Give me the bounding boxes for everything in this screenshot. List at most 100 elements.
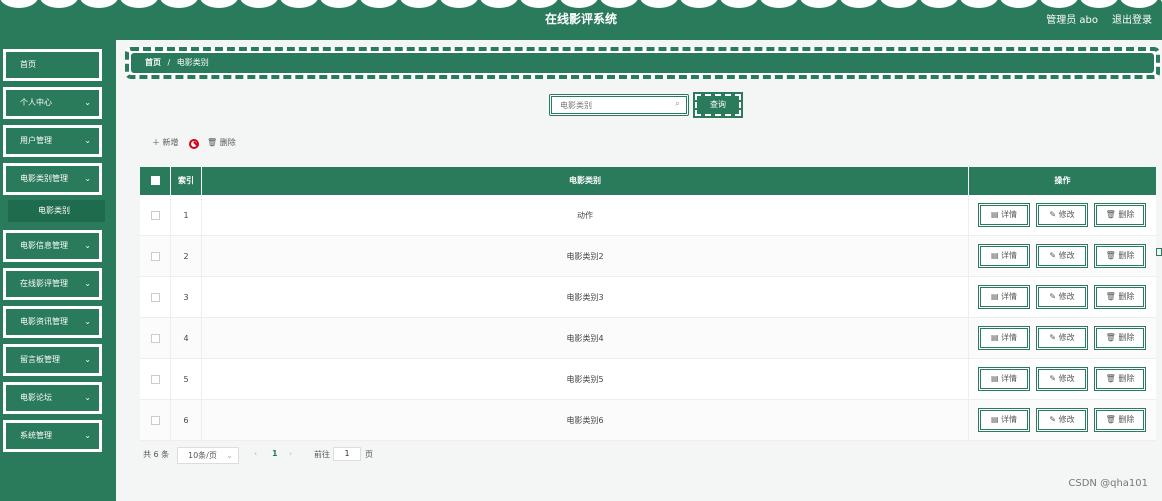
sidebar-item-label: 用户管理	[20, 136, 52, 145]
prev-page-icon[interactable]: ‹	[254, 449, 257, 458]
edit-button[interactable]: ✎ 修改	[1036, 367, 1088, 391]
header-category: 电影类别	[202, 167, 969, 195]
sidebar-item-home[interactable]: 首页	[3, 49, 102, 81]
table-row: 6 电影类别6 ▤ 详情 ✎ 修改 🗑 删除	[140, 400, 1156, 441]
detail-button[interactable]: ▤ 详情	[978, 326, 1030, 350]
sidebar-item-personal[interactable]: 个人中心 ⌄	[3, 87, 102, 119]
detail-button[interactable]: ▤ 详情	[978, 244, 1030, 268]
delete-button[interactable]: 🗑 删除	[1094, 408, 1146, 432]
search-box: ⌕	[549, 94, 689, 116]
detail-label: 详情	[1001, 333, 1018, 342]
sidebar-item-label: 系统管理	[20, 431, 52, 440]
table-row: 2 电影类别2 ▤ 详情 ✎ 修改 🗑 删除	[140, 236, 1156, 277]
edit-label: 修改	[1058, 251, 1075, 260]
sidebar-item-forum[interactable]: 电影论坛 ⌄	[3, 382, 102, 414]
data-table: 索引 电影类别 操作 1 动作 ▤ 详情 ✎ 修改 🗑 删除 2 电影类别2 ▤ 详情 ✎ 修改…	[140, 167, 1156, 441]
detail-label: 详情	[1001, 251, 1018, 260]
edit-button[interactable]: ✎ 修改	[1036, 285, 1088, 309]
row-checkbox[interactable]	[150, 334, 160, 343]
scallop-shape	[640, 0, 678, 8]
sidebar-subitem-category[interactable]: 电影类别	[8, 200, 105, 222]
trash-icon: 🗑	[1105, 374, 1116, 383]
batch-delete-button[interactable]: 🗑 删除	[207, 137, 236, 148]
sidebar-item-news[interactable]: 电影资讯管理 ⌄	[3, 306, 102, 338]
row-category: 电影类别6	[202, 400, 969, 441]
delete-button[interactable]: 🗑 删除	[1094, 244, 1146, 268]
scallop-shape	[80, 0, 118, 8]
row-checkbox[interactable]	[150, 211, 160, 220]
sidebar-item-label: 个人中心	[20, 98, 52, 107]
delete-button[interactable]: 🗑 删除	[1094, 285, 1146, 309]
row-checkbox[interactable]	[150, 293, 160, 302]
detail-button[interactable]: ▤ 详情	[978, 367, 1030, 391]
row-select-cell	[140, 359, 171, 400]
search-button[interactable]: 查询	[693, 92, 743, 118]
sidebar-item-movie-info[interactable]: 电影信息管理 ⌄	[3, 230, 102, 262]
edit-button[interactable]: ✎ 修改	[1036, 326, 1088, 350]
breadcrumb-separator: /	[167, 58, 171, 67]
search-input[interactable]	[560, 98, 670, 112]
scallop-shape	[800, 0, 838, 8]
sidebar-item-system[interactable]: 系统管理 ⌄	[3, 420, 102, 452]
document-icon: ▤	[990, 251, 999, 260]
document-icon: ▤	[990, 210, 999, 219]
sidebar: 首页 个人中心 ⌄ 用户管理 ⌄ 电影类别管理 ⌄ 电影类别 电影信息管理 ⌄ 在线影评…	[0, 40, 116, 501]
goto-page-input[interactable]: 1	[333, 447, 361, 461]
table-row: 1 动作 ▤ 详情 ✎ 修改 🗑 删除	[140, 195, 1156, 236]
sidebar-item-label: 电影论坛	[20, 393, 52, 402]
select-all-checkbox[interactable]	[150, 176, 160, 185]
sidebar-item-category-mgmt[interactable]: 电影类别管理 ⌄	[3, 163, 102, 195]
chevron-down-icon: ⌄	[84, 317, 91, 326]
scallop-shape	[320, 0, 358, 8]
detail-button[interactable]: ▤ 详情	[978, 285, 1030, 309]
detail-label: 详情	[1001, 210, 1018, 219]
delete-label: 删除	[1118, 374, 1135, 383]
delete-button[interactable]: 🗑 删除	[1094, 203, 1146, 227]
sidebar-item-messages[interactable]: 留言板管理 ⌄	[3, 344, 102, 376]
edit-button[interactable]: ✎ 修改	[1036, 203, 1088, 227]
sidebar-item-label: 电影信息管理	[20, 241, 68, 250]
edit-button[interactable]: ✎ 修改	[1036, 408, 1088, 432]
edit-button[interactable]: ✎ 修改	[1036, 244, 1088, 268]
pencil-icon: ✎	[1049, 292, 1057, 301]
add-button[interactable]: ＋ 新增	[152, 137, 179, 148]
next-page-icon[interactable]: ›	[289, 449, 292, 458]
chevron-down-icon: ⌄	[84, 279, 91, 288]
chevron-down-icon: ⌄	[84, 136, 91, 145]
row-ops: ▤ 详情 ✎ 修改 🗑 删除	[969, 359, 1156, 400]
watermark: CSDN @qha101	[1068, 478, 1148, 489]
pencil-icon: ✎	[1049, 251, 1057, 260]
row-checkbox[interactable]	[150, 252, 160, 261]
scallop-shape	[240, 0, 278, 8]
row-checkbox[interactable]	[150, 416, 160, 425]
delete-button[interactable]: 🗑 删除	[1094, 326, 1146, 350]
side-panel-icon[interactable]	[1156, 248, 1162, 256]
ban-icon[interactable]	[189, 139, 199, 149]
logout-link[interactable]: 退出登录	[1112, 11, 1152, 26]
breadcrumb-home[interactable]: 首页	[145, 58, 161, 67]
trash-icon: 🗑	[1105, 415, 1116, 424]
scallop-shape	[840, 0, 878, 8]
row-checkbox[interactable]	[150, 375, 160, 384]
row-category: 电影类别2	[202, 236, 969, 277]
detail-button[interactable]: ▤ 详情	[978, 203, 1030, 227]
delete-button[interactable]: 🗑 删除	[1094, 367, 1146, 391]
row-select-cell	[140, 195, 171, 236]
sidebar-item-label: 在线影评管理	[20, 279, 68, 288]
page-size-select[interactable]: 10条/页 ⌄	[177, 447, 239, 464]
current-page[interactable]: 1	[272, 449, 278, 458]
scallop-shape	[920, 0, 958, 8]
detail-button[interactable]: ▤ 详情	[978, 408, 1030, 432]
pencil-icon: ✎	[1049, 374, 1057, 383]
scallop-shape	[760, 0, 798, 8]
header-ops: 操作	[1054, 176, 1071, 185]
sidebar-item-reviews[interactable]: 在线影评管理 ⌄	[3, 268, 102, 300]
search-icon[interactable]: ⌕	[675, 99, 680, 109]
delete-label: 删除	[1118, 333, 1135, 342]
scallop-shape	[120, 0, 158, 8]
sidebar-item-users[interactable]: 用户管理 ⌄	[3, 125, 102, 157]
row-select-cell	[140, 400, 171, 441]
scallop-shape	[560, 0, 598, 8]
row-ops: ▤ 详情 ✎ 修改 🗑 删除	[969, 400, 1156, 441]
site-title: 在线影评系统	[544, 12, 617, 26]
